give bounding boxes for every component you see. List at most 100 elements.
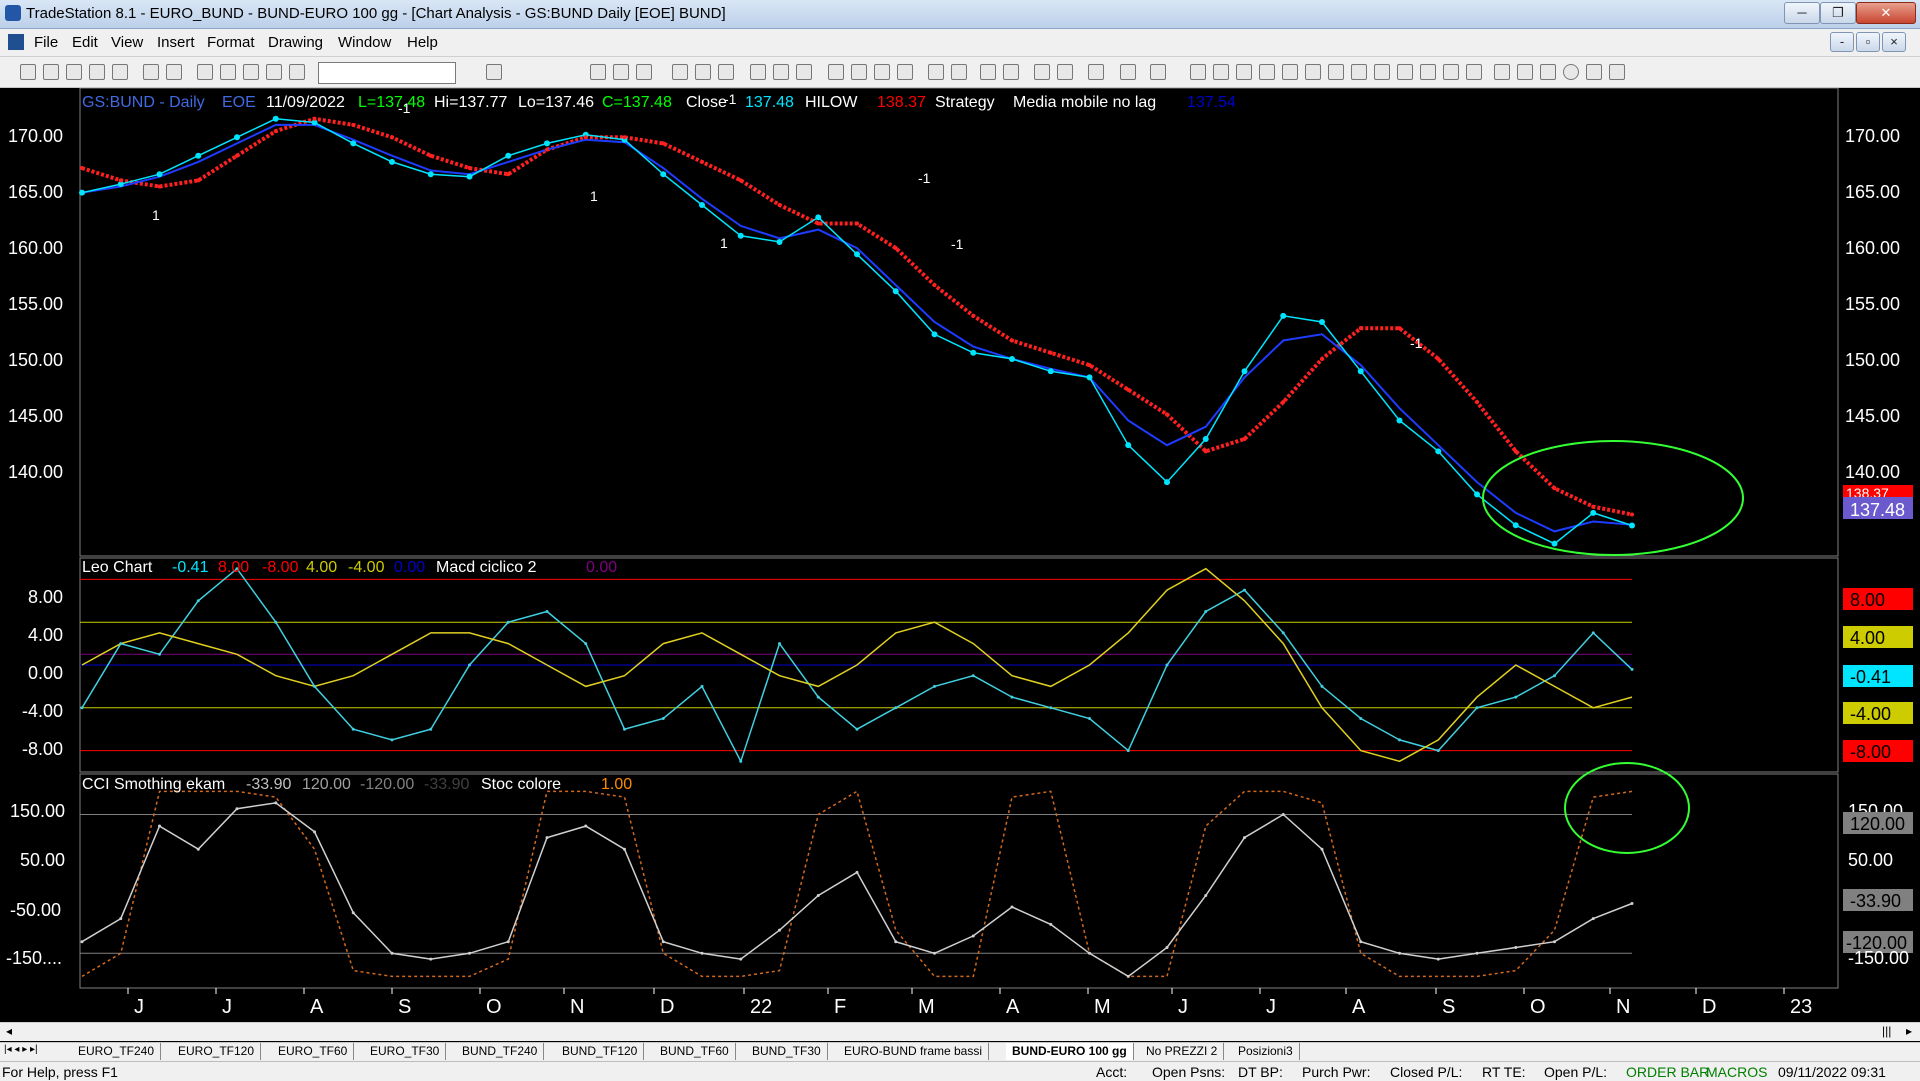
trendline-icon[interactable] [1190, 64, 1206, 80]
menu-window[interactable]: Window [338, 34, 391, 51]
print-icon[interactable] [143, 64, 159, 80]
find-icon[interactable] [486, 64, 502, 80]
arrow-diag-icon[interactable] [1374, 64, 1390, 80]
insert-indicator-icon[interactable] [672, 64, 688, 80]
arrow-up-icon[interactable] [1540, 64, 1556, 80]
insert-strategy-icon[interactable] [695, 64, 711, 80]
channel-icon[interactable] [1282, 64, 1298, 80]
chart-window-small-icon[interactable] [613, 64, 629, 80]
chart-icon[interactable] [197, 64, 213, 80]
settings-icon[interactable] [773, 64, 789, 80]
tab-bund-tf240[interactable]: BUND_TF240 [456, 1043, 545, 1060]
menu-edit[interactable]: Edit [72, 34, 98, 51]
tab-first-icon[interactable]: |◂ ◂ ▸ ▸| [4, 1044, 38, 1055]
dock-icon[interactable] [1150, 64, 1166, 80]
tab-bund-tf60[interactable]: BUND_TF60 [654, 1043, 736, 1060]
scroll-left-icon[interactable] [928, 64, 944, 80]
menu-help[interactable]: Help [407, 34, 438, 51]
status-macros[interactable]: MACROS [1706, 1064, 1767, 1080]
scroll-right-arrow-icon[interactable]: ▸ [1906, 1024, 1912, 1038]
new-icon[interactable] [20, 64, 36, 80]
cci-line [81, 802, 1633, 978]
cci-tick-150-left: 150.00 [10, 801, 65, 821]
zoom-in-icon[interactable] [980, 64, 996, 80]
pencil-icon[interactable] [1466, 64, 1482, 80]
horizontal-line-icon[interactable] [1236, 64, 1252, 80]
zoom-out-icon[interactable] [1003, 64, 1019, 80]
chart-svg[interactable]: 1-11-11-1-1-1 170.00 165.00 160.00 155.0… [0, 87, 1920, 1023]
hilow-point-0 [80, 166, 84, 171]
minimize-button[interactable]: ─ [1784, 2, 1820, 24]
tab-bund-tf30[interactable]: BUND_TF30 [746, 1043, 828, 1060]
price-series: 1-11-11-1-1-1 [79, 91, 1635, 547]
vertical-line-icon[interactable] [1213, 64, 1229, 80]
point-figure-icon[interactable] [897, 64, 913, 80]
regression-icon[interactable] [1351, 64, 1367, 80]
inner-close-button[interactable]: × [1882, 32, 1906, 52]
table-icon[interactable] [636, 64, 652, 80]
chart-area[interactable]: 1 -1 1 -1 1 -1 -1 -1 170.00 165.00 160.00 155.0… [0, 87, 1920, 1023]
hammer-icon[interactable] [1088, 64, 1104, 80]
rectangle-icon[interactable] [1586, 64, 1602, 80]
scroll-left-arrow-icon[interactable]: ◂ [6, 1024, 12, 1038]
tab-bund-tf120[interactable]: BUND_TF120 [556, 1043, 645, 1060]
save-icon[interactable] [66, 64, 82, 80]
andrews-icon[interactable] [1420, 64, 1436, 80]
line-chart-icon[interactable] [874, 64, 890, 80]
data-window-icon[interactable] [750, 64, 766, 80]
menu-drawing[interactable]: Drawing [268, 34, 323, 51]
pointer-icon[interactable] [1034, 64, 1050, 80]
arrow-down-icon[interactable] [1517, 64, 1533, 80]
fib-icon[interactable] [1259, 64, 1275, 80]
inner-restore-button[interactable]: ▫ [1856, 32, 1880, 52]
ellipse-icon[interactable] [1563, 64, 1579, 80]
parallel-lines-icon[interactable] [1397, 64, 1413, 80]
text-abc-icon[interactable] [1609, 64, 1625, 80]
window-layout-icon[interactable] [590, 64, 606, 80]
bar-chart-icon[interactable] [828, 64, 844, 80]
refresh-icon[interactable] [718, 64, 734, 80]
link-icon[interactable] [796, 64, 812, 80]
tab-euro-tf120[interactable]: EURO_TF120 [172, 1043, 262, 1060]
grid-icon[interactable] [220, 64, 236, 80]
horizontal-scrollbar[interactable]: ◂ ||| ▸ [0, 1022, 1920, 1041]
arc-icon[interactable] [1443, 64, 1459, 80]
tab-euro-tf30[interactable]: EURO_TF30 [364, 1043, 447, 1060]
macd-tick-4-left: 4.00 [28, 625, 63, 645]
color-icon[interactable] [289, 64, 305, 80]
print-preview-icon[interactable] [166, 64, 182, 80]
status-order-bar[interactable]: ORDER BAR [1626, 1064, 1709, 1080]
tab-euro-bund-frame-bassi[interactable]: EURO-BUND frame bassi [838, 1043, 990, 1060]
tab-euro-tf240[interactable]: EURO_TF240 [72, 1043, 162, 1060]
open-icon[interactable] [43, 64, 59, 80]
tab-euro-tf60[interactable]: EURO_TF60 [272, 1043, 355, 1060]
copy-icon[interactable] [89, 64, 105, 80]
pane-frame-0 [79, 87, 1839, 557]
inner-minimize-button[interactable]: - [1830, 32, 1854, 52]
scroll-handle-icon[interactable]: ||| [1882, 1024, 1891, 1038]
tab-bund-euro-100gg[interactable]: BUND-EURO 100 gg [1006, 1043, 1134, 1060]
speedline-icon[interactable] [1328, 64, 1344, 80]
palette-icon[interactable] [266, 64, 282, 80]
maximize-button[interactable]: ❐ [1820, 2, 1856, 24]
symbol-input[interactable] [318, 62, 456, 84]
brush-icon[interactable] [1120, 64, 1136, 80]
cci-point-21 [894, 940, 898, 944]
tab-no-prezzi-2[interactable]: No PREZZI 2 [1140, 1043, 1225, 1060]
menu-file[interactable]: File [34, 34, 58, 51]
gann-fan-icon[interactable] [1305, 64, 1321, 80]
scroll-right-icon[interactable] [951, 64, 967, 80]
tab-posizioni3[interactable]: Posizioni3 [1232, 1043, 1300, 1060]
close-button[interactable]: ✕ [1856, 2, 1916, 24]
menu-format[interactable]: Format [207, 34, 255, 51]
menu-view[interactable]: View [111, 34, 143, 51]
menu-insert[interactable]: Insert [157, 34, 195, 51]
lock-icon[interactable] [243, 64, 259, 80]
folder-icon[interactable] [112, 64, 128, 80]
cci-legend-v1: -33.90 [246, 776, 291, 793]
curve-icon[interactable] [1494, 64, 1510, 80]
crosshair-icon[interactable] [1057, 64, 1073, 80]
price-tick-160-right: 160.00 [1845, 238, 1900, 258]
x-axis-month-0: J [134, 996, 144, 1018]
candle-icon[interactable] [851, 64, 867, 80]
